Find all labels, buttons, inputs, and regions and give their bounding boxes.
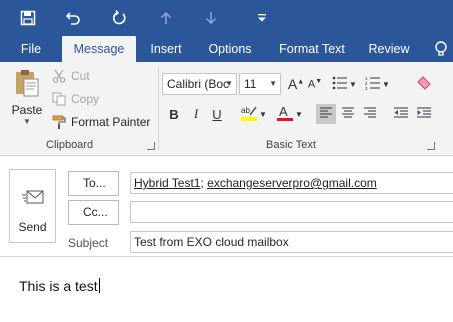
increase-indent-button[interactable]: [414, 104, 434, 124]
font-name-value: Calibri (Boc: [167, 77, 230, 91]
decrease-indent-icon: [393, 107, 409, 122]
align-right-icon: [363, 107, 377, 122]
to-field[interactable]: Hybrid Test1; exchangeserverpro@gmail.co…: [130, 172, 453, 194]
copy-button[interactable]: Copy: [51, 90, 99, 108]
clear-formatting-button[interactable]: [414, 74, 434, 94]
shrink-font-icon: A▼: [307, 77, 323, 91]
bullet-list-icon: [332, 76, 348, 93]
lightbulb-icon[interactable]: [434, 40, 450, 58]
message-body[interactable]: This is a test: [19, 278, 100, 294]
send-button[interactable]: Send: [9, 169, 56, 243]
align-center-button[interactable]: [338, 104, 358, 124]
subject-label: Subject: [68, 236, 109, 250]
tab-options[interactable]: Options: [199, 36, 261, 62]
body-divider: [0, 256, 453, 257]
font-color-button[interactable]: A: [275, 104, 295, 124]
shrink-font-button[interactable]: A▼: [305, 74, 325, 94]
font-name-combo[interactable]: Calibri (Boc ▼: [162, 73, 237, 95]
cc-button[interactable]: Cc...: [68, 200, 119, 225]
numbering-button[interactable]: 123: [363, 74, 383, 94]
format-painter-label: Format Painter: [71, 115, 151, 129]
send-envelope-icon: [22, 188, 44, 208]
chevron-down-icon: ▼: [23, 117, 31, 126]
svg-text:ab: ab: [241, 106, 250, 115]
grow-font-icon: A▲: [287, 76, 305, 92]
paste-button[interactable]: Paste ▼: [8, 66, 46, 132]
highlight-button[interactable]: ab: [239, 104, 259, 124]
svg-text:A: A: [279, 104, 288, 119]
tab-review[interactable]: Review: [361, 36, 417, 62]
subject-field[interactable]: Test from EXO cloud mailbox: [130, 231, 453, 253]
to-button[interactable]: To...: [68, 171, 119, 196]
up-arrow-icon[interactable]: [153, 6, 179, 30]
group-divider: [158, 66, 159, 150]
tab-file[interactable]: File: [10, 36, 52, 62]
quick-access-toolbar: [0, 0, 453, 36]
numbered-list-icon: 123: [365, 76, 381, 93]
tab-message[interactable]: Message: [62, 36, 136, 62]
grow-font-button[interactable]: A▲: [286, 74, 306, 94]
tab-format-text[interactable]: Format Text: [270, 36, 354, 62]
cut-label: Cut: [71, 69, 90, 83]
recipient-chip[interactable]: Hybrid Test1: [134, 176, 200, 190]
paste-label: Paste: [11, 103, 43, 117]
down-arrow-icon[interactable]: [198, 6, 224, 30]
font-size-value: 11: [244, 77, 257, 91]
bold-button[interactable]: B: [164, 104, 184, 124]
align-center-icon: [341, 107, 355, 122]
chevron-down-icon[interactable]: ▼: [294, 104, 304, 124]
copy-icon: [51, 91, 67, 107]
basic-text-group-label: Basic Text: [266, 139, 316, 151]
ribbon: Paste ▼ Cut Copy Format Painter Clipboar…: [0, 62, 453, 156]
clipboard-dialog-launcher-icon[interactable]: [147, 142, 155, 150]
copy-label: Copy: [71, 92, 100, 106]
paste-icon: [13, 68, 41, 101]
chevron-down-icon[interactable]: ▼: [269, 74, 277, 94]
format-painter-button[interactable]: Format Painter: [51, 113, 150, 131]
recipient-chip[interactable]: exchangeserverpro@gmail.com: [207, 176, 377, 190]
text-caret: [98, 278, 100, 293]
align-left-button[interactable]: [316, 104, 336, 124]
ribbon-tab-bar: File Message Insert Options Format Text …: [0, 36, 453, 62]
svg-text:3: 3: [365, 86, 368, 90]
bullets-button[interactable]: [330, 74, 350, 94]
chevron-down-icon[interactable]: ▼: [225, 74, 233, 94]
font-color-icon: A: [276, 104, 294, 125]
message-body-text: This is a test: [19, 278, 98, 294]
tab-insert[interactable]: Insert: [141, 36, 191, 62]
decrease-indent-button[interactable]: [391, 104, 411, 124]
save-icon[interactable]: [15, 6, 41, 30]
chevron-down-icon[interactable]: ▼: [381, 74, 391, 94]
basic-text-dialog-launcher-icon[interactable]: [427, 142, 435, 150]
increase-indent-icon: [416, 107, 432, 122]
highlighter-icon: ab: [240, 104, 258, 125]
undo-icon[interactable]: [60, 6, 86, 30]
align-left-icon: [319, 107, 333, 122]
chevron-down-icon[interactable]: ▼: [348, 74, 358, 94]
align-right-button[interactable]: [360, 104, 380, 124]
clipboard-group-label: Clipboard: [46, 139, 94, 151]
font-size-combo[interactable]: 11 ▼: [239, 73, 281, 95]
redo-icon[interactable]: [106, 6, 132, 30]
send-label: Send: [18, 220, 47, 234]
paintbrush-icon: [51, 114, 67, 130]
customize-toolbar-icon[interactable]: [249, 6, 275, 30]
cut-button[interactable]: Cut: [51, 67, 90, 85]
italic-button[interactable]: I: [186, 104, 206, 124]
scissors-icon: [51, 68, 67, 84]
underline-button[interactable]: U: [207, 104, 227, 124]
chevron-down-icon[interactable]: ▼: [258, 104, 268, 124]
eraser-icon: [416, 75, 432, 94]
cc-field[interactable]: [130, 201, 453, 223]
